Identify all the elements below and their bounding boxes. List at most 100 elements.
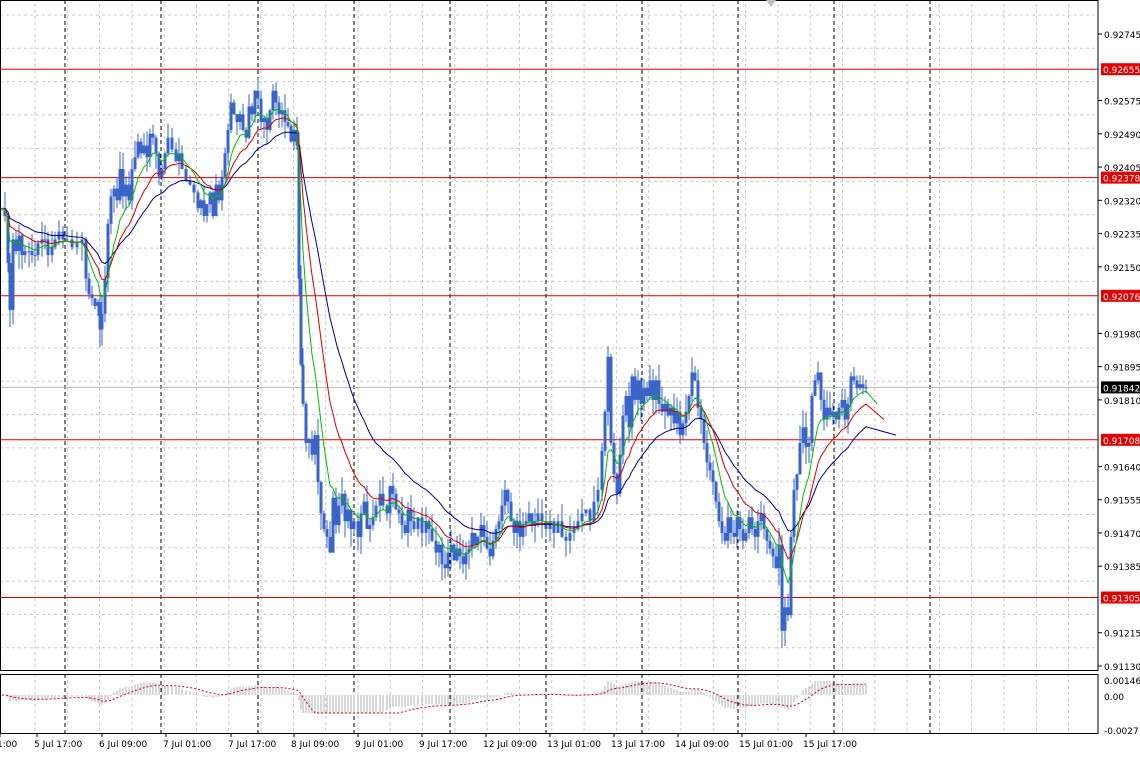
price-tick-label: 0.91842 — [1103, 384, 1140, 394]
candle-body — [568, 532, 572, 541]
candle-body — [500, 505, 504, 522]
candle-body — [849, 376, 853, 404]
candle-body — [437, 544, 441, 553]
candle-body — [238, 114, 242, 123]
candle-body — [319, 482, 323, 514]
candle-body — [253, 90, 257, 115]
candle-body — [331, 497, 335, 553]
candle-body — [606, 356, 610, 412]
time-tick-label: 15 Jul 01:00 — [739, 740, 793, 750]
price-tick-label: 0.91555 — [1104, 497, 1140, 507]
candle-body — [434, 540, 438, 553]
candle-body — [446, 552, 450, 569]
candle-body — [657, 380, 661, 404]
candle-body — [223, 153, 227, 177]
candle-body — [235, 114, 239, 123]
candle-body — [397, 509, 401, 514]
oscillator-tick-label: 0.00 — [1104, 693, 1124, 703]
candle-body — [831, 411, 835, 416]
candle-body — [798, 442, 802, 475]
price-tick-label: 0.91305 — [1103, 595, 1140, 605]
candle-body — [229, 102, 233, 130]
candle-body — [148, 133, 152, 158]
candle-body — [756, 521, 760, 537]
candle-body — [639, 380, 643, 404]
candle-body — [328, 536, 332, 553]
oscillator-subwindow — [1, 681, 867, 714]
candle-body — [337, 505, 341, 526]
candle-body — [65, 239, 69, 241]
time-tick-label: 9 Jul 01:00 — [355, 740, 404, 750]
candle-body — [352, 521, 356, 530]
price-tick-label: 0.91215 — [1104, 630, 1140, 640]
candle-body — [711, 470, 715, 483]
time-axis: 1:00 5 Jul 17:00 6 Jul 09:00 7 Jul 01:00 7 J… — [0, 733, 857, 750]
ma-slow-line — [1, 131, 897, 534]
candle-body — [43, 239, 47, 241]
price-chart[interactable]: 0.927450.926550.925750.924900.924050.923… — [0, 0, 1140, 758]
candle-body — [596, 489, 600, 502]
candle-body — [356, 521, 360, 537]
candle-body — [75, 243, 79, 248]
oscillator-window-frame — [0, 674, 1099, 734]
candle-body — [654, 380, 658, 400]
candle-body — [479, 525, 483, 537]
candle-body — [855, 380, 859, 389]
candles — [0, 77, 868, 648]
time-tick-label: 13 Jul 01:00 — [547, 740, 601, 750]
candle-body — [192, 184, 196, 193]
candle-body — [256, 90, 260, 99]
price-tick-label: 0.91980 — [1104, 330, 1140, 340]
candle-body — [864, 387, 868, 389]
candle-body — [609, 356, 613, 443]
candle-body — [412, 521, 416, 530]
price-tick-label: 0.91385 — [1104, 563, 1140, 573]
candle-body — [406, 509, 410, 533]
candle-body — [205, 204, 209, 216]
candle-body — [27, 251, 31, 253]
candle-body — [804, 427, 808, 447]
candle-body — [136, 141, 140, 158]
candle-body — [482, 525, 486, 537]
price-axis: 0.927450.926550.925750.924900.924050.923… — [1098, 31, 1140, 737]
candle-body — [33, 255, 37, 257]
candle-body — [100, 313, 104, 330]
price-tick-label: 0.91470 — [1104, 530, 1140, 540]
candle-body — [217, 184, 221, 201]
candle-body — [732, 532, 736, 537]
candle-body — [368, 525, 372, 530]
time-tick-label: 1:00 — [0, 740, 17, 750]
candle-body — [247, 106, 251, 138]
candle-body — [564, 536, 568, 541]
price-tick-label: 0.91810 — [1104, 397, 1140, 407]
candle-body — [50, 247, 54, 256]
time-tick-label: 12 Jul 09:00 — [483, 740, 537, 750]
candle-body — [648, 380, 652, 396]
price-tick-label: 0.92575 — [1104, 98, 1140, 108]
candle-body — [584, 509, 588, 514]
candle-body — [112, 188, 116, 197]
candle-body — [723, 532, 727, 541]
candle-body — [154, 137, 158, 154]
candle-body — [118, 169, 122, 201]
candle-body — [452, 544, 456, 561]
candle-body — [241, 114, 245, 130]
candle-body — [184, 169, 188, 181]
candle-body — [316, 435, 320, 483]
candle-body — [705, 442, 709, 463]
candle-body — [299, 278, 303, 365]
candle-body — [292, 129, 296, 142]
candle-body — [151, 133, 155, 138]
candle-body — [124, 184, 128, 197]
candle-body — [461, 556, 465, 565]
candle-body — [768, 540, 772, 549]
candle-body — [289, 125, 293, 142]
time-tick-label: 7 Jul 17:00 — [228, 740, 277, 750]
price-tick-label: 0.92235 — [1104, 231, 1140, 241]
candle-body — [720, 521, 724, 533]
candle-body — [8, 262, 12, 310]
candle-body — [708, 462, 712, 471]
candle-body — [690, 372, 694, 396]
price-tick-label: 0.91708 — [1103, 437, 1140, 447]
candle-body — [753, 529, 757, 537]
